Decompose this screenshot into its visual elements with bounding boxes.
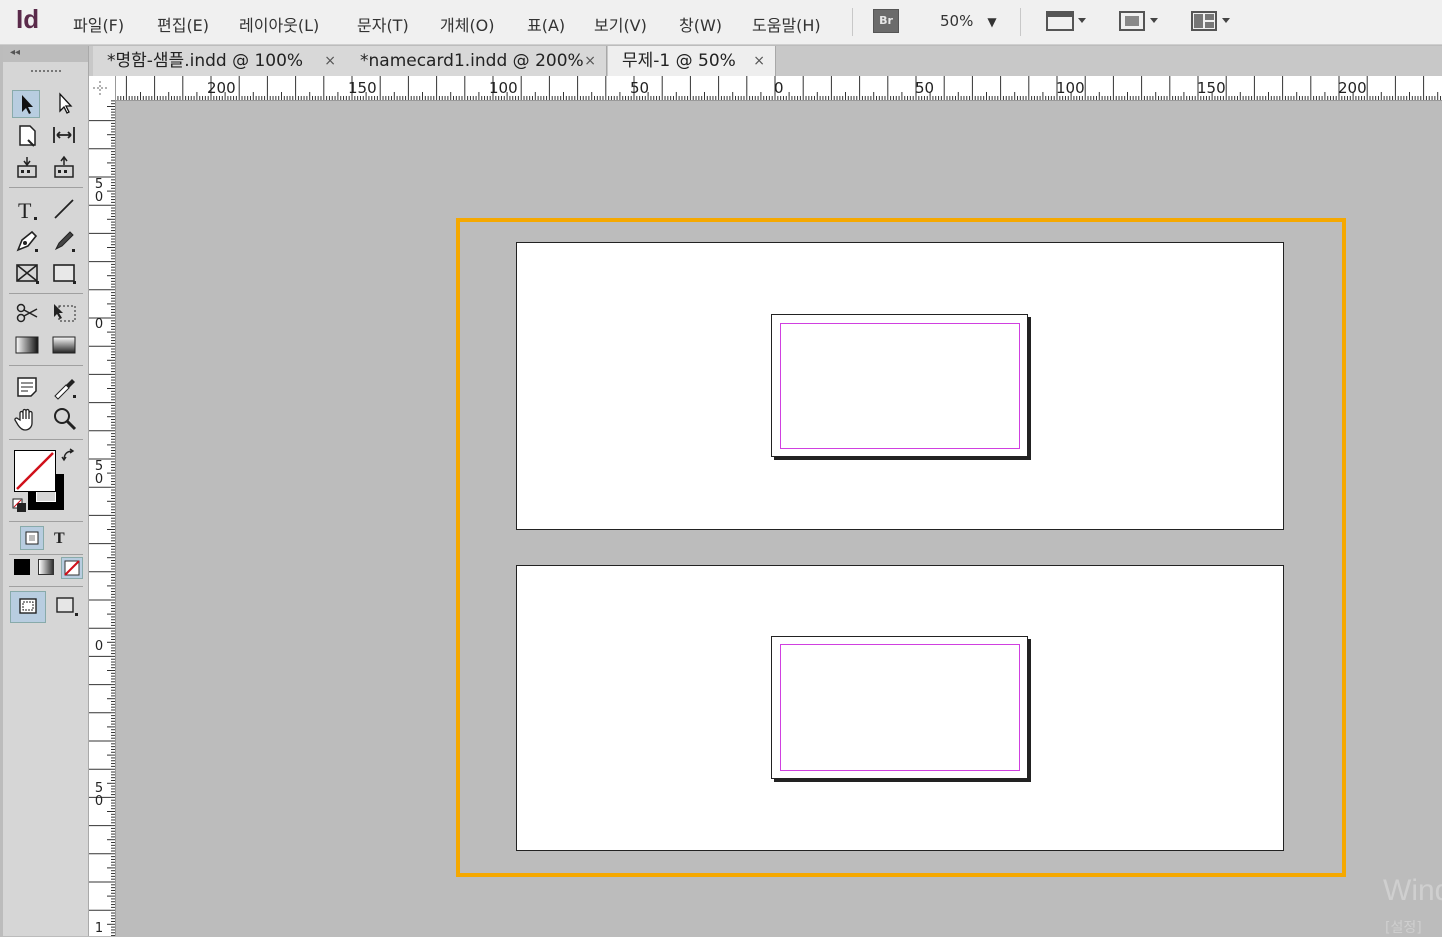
ruler-label: 5 0 — [94, 781, 104, 809]
close-icon[interactable]: × — [584, 46, 596, 76]
eyedropper-tool-icon[interactable] — [51, 374, 77, 400]
hand-tool-icon[interactable] — [14, 406, 40, 432]
scissors-tool-icon[interactable] — [14, 300, 40, 326]
free-transform-tool-icon[interactable] — [51, 300, 77, 326]
formatting-text-icon[interactable]: T — [50, 526, 72, 548]
menu-file[interactable]: 파일(F) — [73, 12, 124, 36]
fill-swatch[interactable] — [14, 450, 56, 492]
chevron-down-icon: ▼ — [987, 15, 997, 29]
ruler-label: 5 0 — [94, 177, 104, 205]
gap-tool-icon[interactable] — [51, 122, 77, 148]
zoom-value: 50% — [940, 12, 974, 30]
ruler-label: 0 — [94, 317, 104, 332]
margin-guide — [780, 323, 1020, 449]
tab-무제-1[interactable]: 무제-1 @ 50% × — [608, 46, 776, 76]
type-tool-icon[interactable]: T — [14, 196, 40, 223]
gradient-swatch-tool-icon[interactable] — [14, 332, 40, 358]
svg-text:T: T — [18, 198, 32, 222]
svg-text:T: T — [54, 530, 65, 547]
menu-layout[interactable]: 레이아웃(L) — [239, 12, 319, 36]
tool-divider — [9, 439, 83, 440]
direct-selection-tool-icon[interactable] — [51, 90, 77, 116]
default-fill-stroke-icon[interactable] — [12, 498, 28, 518]
apply-none-icon[interactable] — [61, 557, 83, 579]
vertical-ruler[interactable]: 5 0 0 5 0 0 5 0 1 — [89, 100, 116, 936]
zoom-tool-icon[interactable] — [51, 406, 77, 432]
ruler-label: 200 — [1338, 79, 1367, 97]
screen-mode-icon[interactable] — [1118, 9, 1162, 37]
ruler-label: 50 — [915, 79, 935, 97]
bridge-button[interactable]: Br — [873, 9, 899, 33]
tools-panel-header[interactable]: ◂◂ — [3, 46, 88, 62]
tab-label: *명함-샘플.indd @ 100% — [107, 51, 304, 71]
menu-edit[interactable]: 편집(E) — [157, 12, 209, 36]
horizontal-ruler[interactable]: 200 150 100 50 0 50 100 150 200 — [89, 76, 1442, 101]
formatting-container-icon[interactable] — [20, 526, 44, 550]
tab-namecard1[interactable]: *namecard1.indd @ 200% × — [346, 46, 607, 76]
zoom-select[interactable]: 50% ▼ — [940, 12, 997, 30]
tab-명함-샘플[interactable]: *명함-샘플.indd @ 100% × — [93, 46, 347, 76]
normal-view-icon[interactable] — [10, 591, 46, 623]
tool-divider — [9, 554, 83, 555]
tools-panel: ◂◂ T T — [3, 46, 89, 936]
ruler-origin[interactable] — [89, 76, 116, 101]
apply-gradient-icon[interactable] — [38, 559, 54, 575]
note-tool-icon[interactable] — [14, 374, 40, 400]
page-tool-icon[interactable] — [14, 122, 40, 148]
ruler-label: 1 — [94, 921, 104, 936]
tool-divider — [9, 365, 83, 366]
fill-stroke-swatches[interactable] — [14, 450, 64, 510]
tab-label: *namecard1.indd @ 200% — [360, 51, 584, 71]
preview-mode-icon[interactable] — [51, 591, 81, 621]
view-options-icon[interactable] — [1046, 9, 1090, 37]
content-collector-icon[interactable] — [14, 154, 40, 180]
apply-color-icon[interactable] — [14, 559, 30, 575]
close-icon[interactable]: × — [324, 46, 336, 76]
ruler-label: 0 — [774, 79, 784, 97]
ruler-label: 150 — [348, 79, 377, 97]
menu-window[interactable]: 창(W) — [679, 12, 722, 36]
arrange-documents-icon[interactable] — [1190, 9, 1234, 37]
ruler-label: 100 — [1056, 79, 1085, 97]
business-card-frame-1[interactable] — [771, 314, 1028, 457]
margin-guide — [780, 644, 1020, 771]
ruler-label: 100 — [489, 79, 518, 97]
line-tool-icon[interactable] — [51, 196, 77, 222]
menu-table[interactable]: 표(A) — [527, 12, 565, 36]
close-icon[interactable]: × — [753, 46, 765, 76]
menu-separator — [1020, 8, 1021, 36]
selection-tool-icon[interactable] — [12, 90, 40, 118]
menu-separator — [852, 8, 853, 36]
rectangle-tool-icon[interactable] — [51, 260, 77, 286]
menu-type[interactable]: 문자(T) — [357, 12, 409, 36]
ruler-label: 5 0 — [94, 459, 104, 487]
ruler-label: 200 — [207, 79, 236, 97]
business-card-frame-2[interactable] — [771, 636, 1028, 779]
menu-view[interactable]: 보기(V) — [594, 12, 647, 36]
document-tab-bar: *명함-샘플.indd @ 100% × *namecard1.indd @ 2… — [89, 46, 1442, 76]
tool-divider — [9, 521, 83, 522]
windows-activation-subtext: [설정] — [1385, 920, 1422, 936]
tab-label: 무제-1 @ 50% — [622, 51, 736, 71]
pencil-tool-icon[interactable] — [51, 228, 77, 254]
pen-tool-icon[interactable] — [14, 228, 40, 254]
tool-divider — [9, 187, 83, 188]
app-logo: Id — [16, 4, 40, 34]
gradient-feather-tool-icon[interactable] — [51, 332, 77, 358]
panel-grip[interactable] — [31, 70, 61, 74]
tool-divider — [9, 293, 83, 294]
content-placer-icon[interactable] — [51, 154, 77, 180]
ruler-label: 50 — [630, 79, 650, 97]
windows-activation-watermark: Wind — [1383, 874, 1442, 907]
swap-fill-stroke-icon[interactable] — [61, 448, 77, 468]
tool-divider — [9, 586, 83, 587]
ruler-label: 0 — [94, 639, 104, 654]
menu-help[interactable]: 도움말(H) — [752, 12, 821, 36]
menu-bar: Id 파일(F) 편집(E) 레이아웃(L) 문자(T) 개체(O) 표(A) … — [0, 0, 1442, 45]
rectangle-frame-tool-icon[interactable] — [14, 260, 40, 286]
collapse-panel-icon[interactable]: ◂◂ — [10, 47, 20, 58]
menu-object[interactable]: 개체(O) — [440, 12, 495, 36]
ruler-label: 150 — [1197, 79, 1226, 97]
